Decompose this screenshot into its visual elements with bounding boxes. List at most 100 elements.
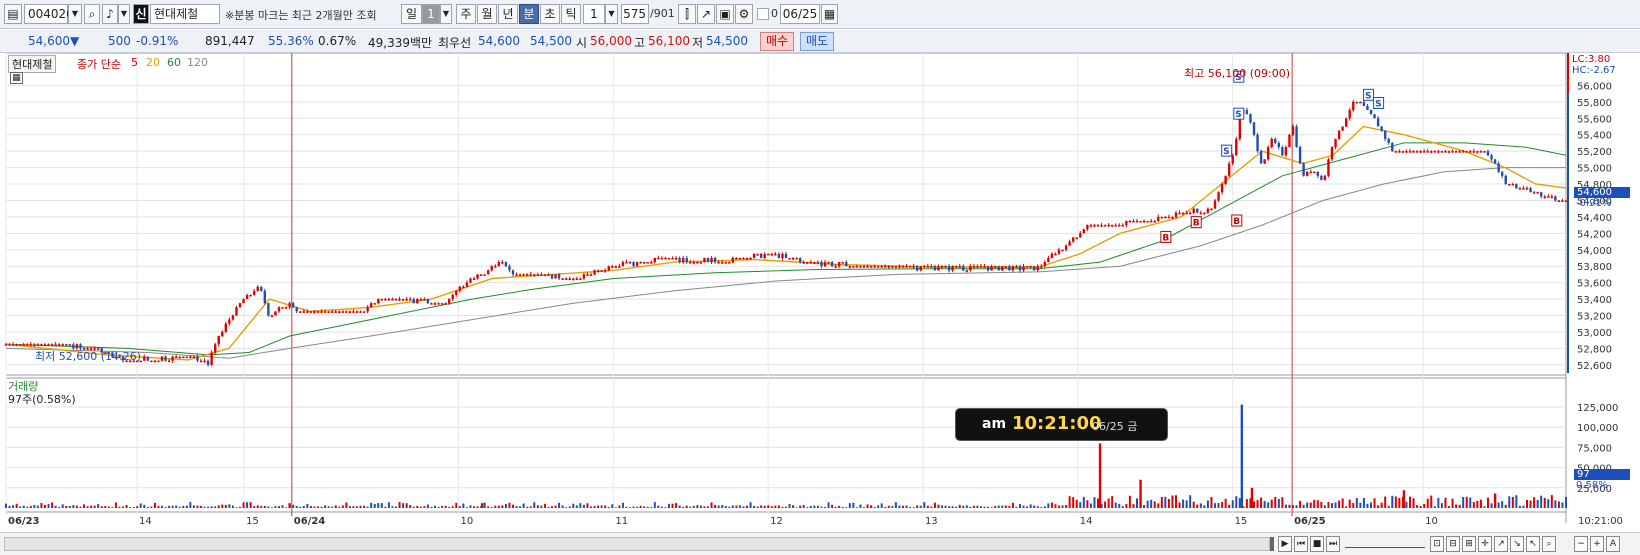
candle-body: [1164, 216, 1167, 219]
period-dropdown-icon[interactable]: ▼: [440, 4, 452, 24]
count-input[interactable]: 575: [621, 4, 649, 24]
interval-input[interactable]: 1: [583, 4, 605, 24]
volume-bar: [568, 506, 571, 508]
volume-bar: [448, 506, 451, 508]
period-minute-button[interactable]: 분: [519, 4, 539, 24]
candle-body: [1178, 212, 1181, 215]
view-two-icon[interactable]: ⊟: [1446, 536, 1460, 552]
price-tick-label: 55,800: [1577, 98, 1612, 109]
volume-bar: [1079, 502, 1082, 508]
volume-bar: [802, 504, 805, 508]
change-percent: -0.91%: [136, 34, 179, 48]
candle-body: [245, 294, 249, 300]
view-three-icon[interactable]: ⊞: [1462, 536, 1476, 552]
magnifier-icon[interactable]: ⌕: [1542, 536, 1556, 552]
period-second-button[interactable]: 초: [540, 4, 560, 24]
candle-body: [405, 299, 408, 301]
candle-body: [362, 311, 366, 313]
volume-bar: [490, 507, 493, 508]
volume-bar: [75, 505, 78, 508]
price-volume-chart[interactable]: BB BSSSSS 56,00055,80055,60055,40055,2005…: [0, 52, 1640, 530]
volume-bar: [83, 504, 85, 508]
scroll-track[interactable]: [4, 537, 1270, 551]
volume-bar: [930, 506, 933, 508]
ma5-legend[interactable]: 5: [131, 56, 138, 69]
stock-name-field[interactable]: 현대제철: [150, 4, 220, 24]
candle-body: [1398, 151, 1401, 153]
price-tick-label: 54,400: [1577, 213, 1612, 224]
candle-body: [1309, 171, 1312, 174]
first-page-icon[interactable]: ⏮: [1294, 536, 1308, 552]
candle-body: [1532, 192, 1536, 194]
volume-bar: [370, 502, 373, 508]
interval-dropdown-icon[interactable]: ▼: [605, 4, 618, 24]
date-input[interactable]: 06/25: [780, 4, 820, 24]
grid-toggle-icon[interactable]: ▦: [10, 72, 23, 84]
view-one-icon[interactable]: ⊡: [1430, 536, 1444, 552]
candle-body: [962, 266, 965, 271]
period-day-button[interactable]: 일: [401, 4, 422, 24]
period-week-button[interactable]: 주: [456, 4, 476, 24]
period-day-count[interactable]: 1: [422, 4, 440, 24]
candle-body: [4, 344, 8, 346]
speaker-icon[interactable]: ♪: [102, 4, 118, 24]
scroll-right-icon[interactable]: ▶: [1278, 536, 1292, 552]
period-year-button[interactable]: 년: [498, 4, 518, 24]
candle-body: [518, 274, 522, 276]
sell-button[interactable]: 매도: [800, 32, 835, 51]
cross-hair-icon[interactable]: ✛: [1478, 536, 1492, 552]
stock-legend[interactable]: 현대제철: [8, 55, 57, 73]
trend-down-icon[interactable]: ↘: [1510, 536, 1524, 552]
candle-body: [1203, 212, 1206, 215]
settings-gear-icon[interactable]: ⚙: [735, 4, 753, 24]
ma60-legend[interactable]: 60: [167, 56, 181, 69]
period-month-button[interactable]: 월: [477, 4, 497, 24]
candle-body: [1504, 175, 1507, 185]
buy-button[interactable]: 매수: [760, 32, 795, 51]
code-dropdown-icon[interactable]: ▼: [68, 4, 82, 24]
candle-body: [451, 294, 454, 300]
volume-bar: [1448, 506, 1450, 508]
zoom-slider[interactable]: [1345, 540, 1425, 548]
zoom-out-icon[interactable]: −: [1574, 536, 1588, 552]
volume-bar: [689, 506, 692, 508]
volume-bar: [100, 506, 103, 508]
time-tick-label: 15: [1235, 516, 1248, 527]
candle-body: [767, 253, 770, 256]
candle-type-icon[interactable]: ⫿: [678, 4, 696, 24]
volume-bar: [65, 505, 68, 508]
trend-up-icon[interactable]: ↗: [1494, 536, 1508, 552]
volume-bar: [1341, 498, 1344, 508]
candle-body: [660, 257, 664, 260]
candle-body: [508, 266, 511, 271]
stock-code-input[interactable]: 004020: [24, 4, 74, 24]
volume-bar: [1022, 505, 1025, 508]
candle-body: [951, 266, 954, 271]
volume-bar: [1175, 495, 1177, 508]
pointer-icon[interactable]: ↖: [1526, 536, 1540, 552]
candle-body: [1114, 225, 1117, 227]
chart-area[interactable]: BBBSSSSS 56,000 55,800 55,600 55,400 55,200 5…: [0, 52, 1640, 530]
volume-bar: [668, 503, 670, 508]
candle-body: [11, 344, 15, 346]
calendar-icon[interactable]: ▦: [821, 4, 838, 24]
ma120-legend[interactable]: 120: [187, 56, 208, 69]
save-icon[interactable]: ▣: [716, 4, 734, 24]
scroll-thumb[interactable]: [1270, 537, 1274, 551]
speaker-dropdown-icon[interactable]: ▼: [118, 4, 130, 24]
volume-bar: [1355, 498, 1358, 508]
period-tick-button[interactable]: 틱: [561, 4, 581, 24]
candle-body: [412, 299, 415, 304]
volume-bar: [1497, 502, 1500, 508]
zoom-in-icon[interactable]: +: [1590, 536, 1604, 552]
chart-scrollbar[interactable]: ▶ ⏮ ■ ⏭ ⊡ ⊟ ⊞ ✛ ↗ ↘ ↖ ⌕ − + A: [0, 532, 1640, 555]
stop-icon[interactable]: ■: [1310, 536, 1324, 552]
ma-legend-label[interactable]: 종가 단순: [77, 56, 121, 72]
search-icon[interactable]: ⌕: [84, 4, 100, 24]
last-page-icon[interactable]: ⏭: [1326, 536, 1340, 552]
chart-menu-icon[interactable]: ▤: [4, 4, 22, 24]
font-size-icon[interactable]: A: [1606, 536, 1620, 552]
draw-tool-icon[interactable]: ↗: [697, 4, 715, 24]
ma20-legend[interactable]: 20: [146, 56, 160, 69]
realtime-checkbox[interactable]: [757, 8, 769, 20]
